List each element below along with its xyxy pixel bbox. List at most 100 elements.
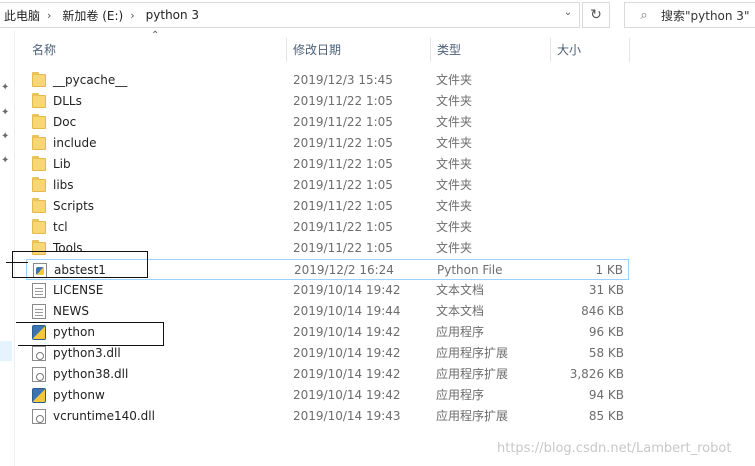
file-size: 58 KB bbox=[588, 346, 624, 360]
file-date: 2019/10/14 19:42 bbox=[293, 283, 401, 297]
column-divider[interactable] bbox=[430, 38, 431, 62]
dll-icon bbox=[32, 367, 46, 382]
file-size: 3,826 KB bbox=[569, 367, 624, 381]
file-type: 应用程序 bbox=[436, 325, 485, 339]
file-name: libs bbox=[53, 178, 74, 192]
file-row[interactable]: NEWS 2019/10/14 19:44 文本文档 846 KB bbox=[26, 301, 629, 322]
pin-icon[interactable]: ✦ bbox=[1, 132, 11, 142]
breadcrumb-python3[interactable]: python 3 bbox=[142, 8, 199, 22]
file-type: 文本文档 bbox=[436, 304, 485, 318]
column-header-name[interactable]: 名称 bbox=[32, 38, 56, 62]
dll-icon bbox=[32, 346, 46, 361]
file-row[interactable]: vcruntime140.dll 2019/10/14 19:43 应用程序扩展 85… bbox=[26, 406, 629, 427]
search-input[interactable]: 搜索"python 3" bbox=[661, 7, 749, 24]
file-name: Doc bbox=[53, 115, 77, 129]
file-size: 846 KB bbox=[581, 304, 624, 318]
file-size: 1 KB bbox=[595, 263, 623, 277]
file-date: 2019/10/14 19:44 bbox=[293, 304, 401, 318]
file-row[interactable]: tcl 2019/11/22 1:05 文件夹 bbox=[26, 217, 629, 238]
python-app-icon bbox=[32, 388, 46, 403]
pin-icon[interactable]: ✦ bbox=[1, 83, 11, 93]
file-row[interactable]: DLLs 2019/11/22 1:05 文件夹 bbox=[26, 91, 629, 112]
column-divider[interactable] bbox=[629, 38, 630, 62]
file-date: 2019/11/22 1:05 bbox=[293, 241, 393, 255]
breadcrumb-separator-icon[interactable]: › bbox=[40, 9, 58, 22]
breadcrumb-drive-e[interactable]: 新加卷 (E:) bbox=[58, 7, 123, 24]
text-document-icon bbox=[32, 304, 46, 319]
file-name: vcruntime140.dll bbox=[53, 409, 155, 423]
refresh-button[interactable]: ↻ bbox=[582, 2, 610, 28]
navigation-pane: ✦ ✦ ✦ ✦ bbox=[0, 31, 15, 466]
column-header-size[interactable]: 大小 bbox=[557, 38, 581, 62]
file-name: __pycache__ bbox=[53, 73, 128, 87]
file-row[interactable]: pythonw 2019/10/14 19:42 应用程序 94 KB bbox=[26, 385, 629, 406]
file-row[interactable]: __pycache__ 2019/12/3 15:45 文件夹 bbox=[26, 70, 629, 91]
file-name: include bbox=[53, 136, 97, 150]
file-type: 文件夹 bbox=[436, 199, 473, 213]
file-date: 2019/11/22 1:05 bbox=[293, 157, 393, 171]
file-size: 31 KB bbox=[588, 283, 624, 297]
annotation-line bbox=[12, 277, 148, 278]
folder-icon bbox=[32, 177, 46, 192]
file-size: 96 KB bbox=[588, 325, 624, 339]
file-type: 应用程序扩展 bbox=[436, 346, 509, 360]
annotation-line bbox=[16, 322, 164, 323]
file-row[interactable]: libs 2019/11/22 1:05 文件夹 bbox=[26, 175, 629, 196]
file-type: 文件夹 bbox=[436, 157, 473, 171]
file-row[interactable]: Doc 2019/11/22 1:05 文件夹 bbox=[26, 112, 629, 133]
file-date: 2019/11/22 1:05 bbox=[293, 178, 393, 192]
address-toolbar: 此电脑 › 新加卷 (E:) › python 3 ⌄ ↻ ⌕ 搜索"pytho… bbox=[0, 0, 755, 31]
file-type: 文本文档 bbox=[436, 283, 485, 297]
address-bar[interactable]: 此电脑 › 新加卷 (E:) › python 3 ⌄ bbox=[0, 2, 580, 28]
file-type: 文件夹 bbox=[436, 178, 473, 192]
file-size: 85 KB bbox=[588, 409, 624, 423]
file-name: pythonw bbox=[53, 388, 105, 402]
file-type: Python File bbox=[437, 263, 503, 277]
file-name: LICENSE bbox=[53, 283, 104, 297]
column-header-type[interactable]: 类型 bbox=[437, 38, 461, 62]
file-type: 应用程序扩展 bbox=[436, 409, 509, 423]
file-type: 文件夹 bbox=[436, 115, 473, 129]
folder-icon bbox=[32, 219, 46, 234]
file-name: python bbox=[53, 325, 95, 339]
file-row[interactable]: include 2019/11/22 1:05 文件夹 bbox=[26, 133, 629, 154]
folder-icon bbox=[32, 135, 46, 150]
breadcrumb-this-pc[interactable]: 此电脑 bbox=[0, 7, 40, 24]
file-name: NEWS bbox=[53, 304, 90, 318]
file-row[interactable]: Lib 2019/11/22 1:05 文件夹 bbox=[26, 154, 629, 175]
file-row[interactable]: Tools 2019/11/22 1:05 文件夹 bbox=[26, 238, 629, 259]
file-type: 文件夹 bbox=[436, 94, 473, 108]
folder-icon bbox=[32, 156, 46, 171]
pin-icon[interactable]: ✦ bbox=[1, 108, 11, 118]
folder-icon bbox=[32, 93, 46, 108]
column-divider[interactable] bbox=[286, 38, 287, 62]
file-date: 2019/12/3 15:45 bbox=[293, 73, 393, 87]
file-date: 2019/10/14 19:42 bbox=[293, 388, 401, 402]
file-row[interactable]: python3.dll 2019/10/14 19:42 应用程序扩展 58 KB bbox=[26, 343, 629, 364]
file-name: Lib bbox=[53, 157, 71, 171]
address-dropdown-icon[interactable]: ⌄ bbox=[561, 7, 575, 23]
file-row[interactable]: python 2019/10/14 19:42 应用程序 96 KB bbox=[26, 322, 629, 343]
file-date: 2019/11/22 1:05 bbox=[293, 220, 393, 234]
annotation-line bbox=[6, 262, 28, 263]
breadcrumb-separator-icon[interactable]: › bbox=[123, 9, 141, 22]
file-date: 2019/11/22 1:05 bbox=[293, 94, 393, 108]
text-document-icon bbox=[32, 283, 46, 298]
search-box[interactable]: ⌕ 搜索"python 3" bbox=[624, 2, 755, 28]
file-date: 2019/12/2 16:24 bbox=[294, 263, 394, 277]
sort-ascending-icon: ⌃ bbox=[151, 30, 160, 41]
python-app-icon bbox=[32, 325, 46, 340]
file-date: 2019/10/14 19:42 bbox=[293, 325, 401, 339]
file-row[interactable]: python38.dll 2019/10/14 19:42 应用程序扩展 3,826 … bbox=[26, 364, 629, 385]
file-type: 文件夹 bbox=[436, 136, 473, 150]
file-date: 2019/10/14 19:42 bbox=[293, 367, 401, 381]
column-header-date[interactable]: 修改日期 bbox=[293, 38, 341, 62]
watermark: https://blog.csdn.net/Lambert_robot bbox=[497, 441, 732, 456]
pin-icon[interactable]: ✦ bbox=[1, 156, 11, 166]
annotation-line bbox=[12, 251, 148, 252]
column-divider[interactable] bbox=[550, 38, 551, 62]
file-row[interactable]: Scripts 2019/11/22 1:05 文件夹 bbox=[26, 196, 629, 217]
nav-selected-item[interactable] bbox=[0, 341, 12, 361]
file-type: 文件夹 bbox=[436, 220, 473, 234]
file-row[interactable]: LICENSE 2019/10/14 19:42 文本文档 31 KB bbox=[26, 280, 629, 301]
